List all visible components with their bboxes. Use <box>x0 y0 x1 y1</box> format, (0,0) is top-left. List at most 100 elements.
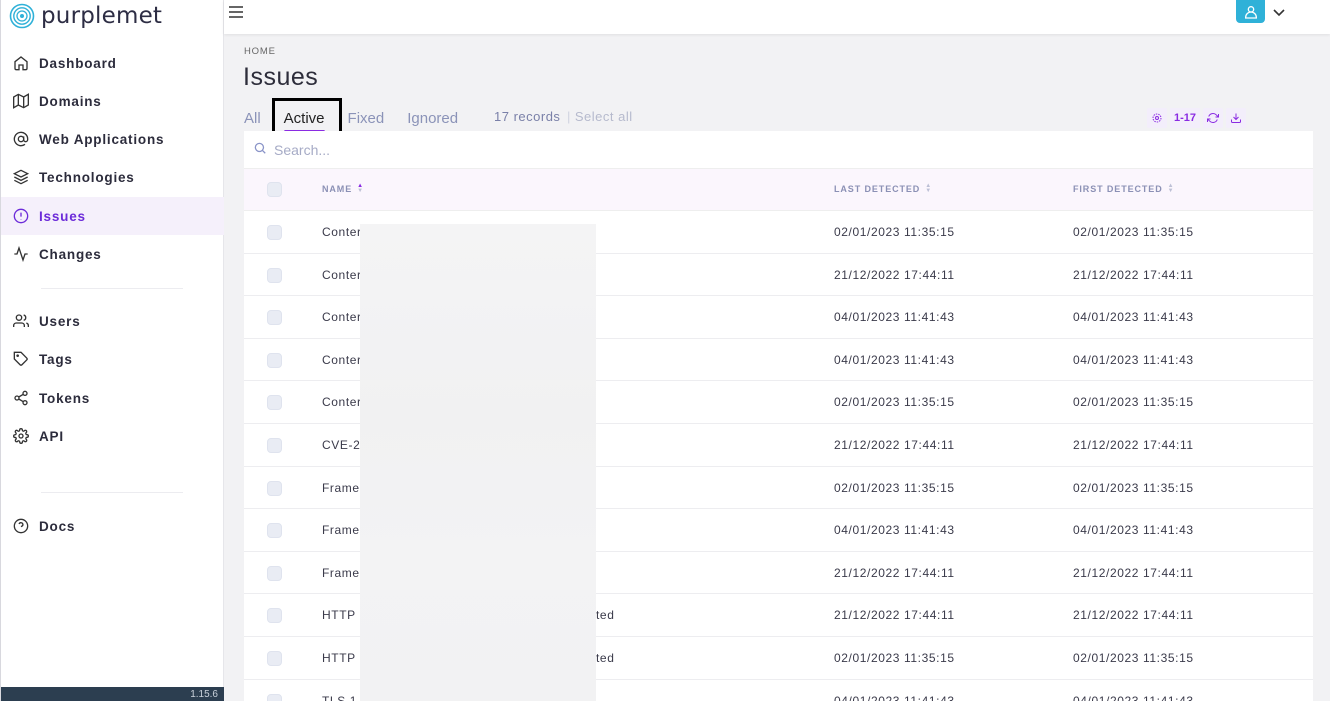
row-checkbox[interactable] <box>267 651 282 666</box>
row-checkbox[interactable] <box>267 438 282 453</box>
row-checkbox[interactable] <box>267 565 282 581</box>
row-checkbox[interactable] <box>267 693 282 701</box>
chevron-down-icon[interactable] <box>1271 4 1287 20</box>
first-detected: 02/01/2023 11:35:15 <box>1073 225 1194 239</box>
issue-name[interactable]: HTTP <box>322 651 356 665</box>
last-detected: 02/01/2023 11:35:15 <box>834 225 955 239</box>
sort-icon: ▲ ▼ <box>1167 183 1175 194</box>
sidebar-item-changes[interactable]: Changes <box>1 235 224 273</box>
select-all-checkbox[interactable] <box>267 182 282 197</box>
last-detected: 02/01/2023 11:35:15 <box>834 651 955 665</box>
issue-name[interactable]: Conter <box>322 268 362 282</box>
row-checkbox[interactable] <box>267 395 282 411</box>
sidebar-item-web-applications[interactable]: Web Applications <box>1 120 224 158</box>
column-header-last-detected[interactable]: LAST DETECTED ▲ ▼ <box>834 183 933 194</box>
layers-icon <box>12 168 30 186</box>
row-checkbox[interactable] <box>267 225 282 240</box>
page-title: Issues <box>243 63 319 91</box>
users-icon <box>12 312 30 330</box>
tab-ignored[interactable]: Ignored <box>407 110 458 127</box>
sidebar-item-label: Technologies <box>39 169 135 185</box>
table-header: NAME ▲ ▼ LAST DETECTED ▲ ▼ FIRST DETECTED … <box>244 169 1313 211</box>
breadcrumb[interactable]: HOME <box>244 46 276 57</box>
download-icon <box>1231 113 1242 123</box>
records-count: 17 records <box>494 109 561 124</box>
sidebar-item-label: Domains <box>39 93 102 109</box>
first-detected: 21/12/2022 17:44:11 <box>1073 608 1194 623</box>
first-detected: 21/12/2022 17:44:11 <box>1073 438 1194 452</box>
issue-name[interactable]: CVE-2 <box>322 438 360 452</box>
hamburger-icon[interactable] <box>226 2 246 22</box>
sidebar-item-label: Dashboard <box>39 55 117 71</box>
tag-icon <box>12 350 30 368</box>
issue-name[interactable]: Frame <box>322 481 360 495</box>
first-detected: 21/12/2022 17:44:11 <box>1073 565 1194 580</box>
sidebar-item-users[interactable]: Users <box>1 302 224 340</box>
row-checkbox[interactable] <box>267 310 282 326</box>
issue-name-suffix: ted <box>596 608 615 623</box>
sort-icon: ▲ ▼ <box>925 183 933 194</box>
sort-icon: ▲ ▼ <box>357 183 364 194</box>
select-all-link[interactable]: | Select all <box>567 109 633 124</box>
search-input[interactable] <box>274 139 874 161</box>
column-header-name[interactable]: NAME ▲ ▼ <box>322 183 364 194</box>
row-checkbox[interactable] <box>267 352 282 368</box>
issue-name[interactable]: Conter <box>322 395 362 409</box>
sidebar-item-tags[interactable]: Tags <box>1 340 224 378</box>
sidebar-divider <box>41 288 183 289</box>
activity-icon <box>12 245 30 263</box>
issue-name-suffix: ted <box>596 651 615 665</box>
sidebar-item-api[interactable]: API <box>1 417 224 455</box>
issue-name[interactable]: Frame <box>322 566 360 580</box>
gear-icon <box>1152 113 1162 123</box>
issue-name[interactable]: HTTP <box>322 608 356 622</box>
last-detected: 21/12/2022 17:44:11 <box>834 608 955 623</box>
issue-name[interactable]: Frame <box>322 523 360 537</box>
column-header-label: NAME <box>322 184 353 194</box>
pagination-label[interactable]: 1-17 <box>1170 108 1201 128</box>
settings-button[interactable] <box>1147 108 1167 128</box>
row-checkbox[interactable] <box>267 523 282 539</box>
sidebar-item-label: Users <box>39 313 81 329</box>
user-menu-button[interactable] <box>1236 0 1265 23</box>
tab-all[interactable]: All <box>244 110 261 127</box>
last-detected: 21/12/2022 17:44:11 <box>834 267 955 282</box>
sidebar-item-label: Issues <box>39 208 86 224</box>
redaction-blur <box>360 224 596 701</box>
issue-name[interactable]: Conter <box>322 310 362 324</box>
first-detected: 04/01/2023 11:41:43 <box>1073 352 1194 367</box>
sidebar-item-label: Tokens <box>39 390 91 406</box>
tab-fixed[interactable]: Fixed <box>348 110 385 127</box>
refresh-button[interactable] <box>1203 108 1224 128</box>
sidebar-item-label: Docs <box>39 518 76 534</box>
help-circle-icon <box>12 517 30 535</box>
last-detected: 02/01/2023 11:35:15 <box>834 480 955 495</box>
column-header-first-detected[interactable]: FIRST DETECTED ▲ ▼ <box>1073 183 1175 194</box>
column-header-label: LAST DETECTED <box>834 184 921 194</box>
sidebar-item-label: Changes <box>39 246 102 262</box>
last-detected: 04/01/2023 11:41:43 <box>834 523 955 538</box>
select-all-label: Select all <box>574 109 633 124</box>
sidebar-item-dashboard[interactable]: Dashboard <box>1 44 224 82</box>
sidebar-divider <box>41 492 183 493</box>
table-toolbar: 1-17 <box>1147 108 1249 128</box>
last-detected: 21/12/2022 17:44:11 <box>834 565 955 580</box>
user-icon <box>1244 5 1257 19</box>
row-checkbox[interactable] <box>267 480 282 496</box>
sidebar-item-tokens[interactable]: Tokens <box>1 379 224 417</box>
sidebar: purplemet Dashboard Domains Web Applicat… <box>0 0 224 701</box>
sidebar-item-label: API <box>39 428 64 444</box>
download-button[interactable] <box>1226 108 1247 128</box>
first-detected: 02/01/2023 11:35:15 <box>1073 480 1194 495</box>
logo[interactable]: purplemet <box>9 0 162 32</box>
sidebar-item-domains[interactable]: Domains <box>1 82 224 120</box>
row-checkbox[interactable] <box>267 608 282 624</box>
row-checkbox[interactable] <box>267 267 282 283</box>
sidebar-item-docs[interactable]: Docs <box>1 507 224 545</box>
search-row <box>244 131 1313 169</box>
issue-name[interactable]: Conter <box>322 353 362 367</box>
last-detected: 04/01/2023 11:41:43 <box>834 693 955 701</box>
sidebar-item-technologies[interactable]: Technologies <box>1 158 224 196</box>
issue-name[interactable]: Conter <box>322 225 362 239</box>
sidebar-item-issues[interactable]: Issues <box>1 197 224 235</box>
